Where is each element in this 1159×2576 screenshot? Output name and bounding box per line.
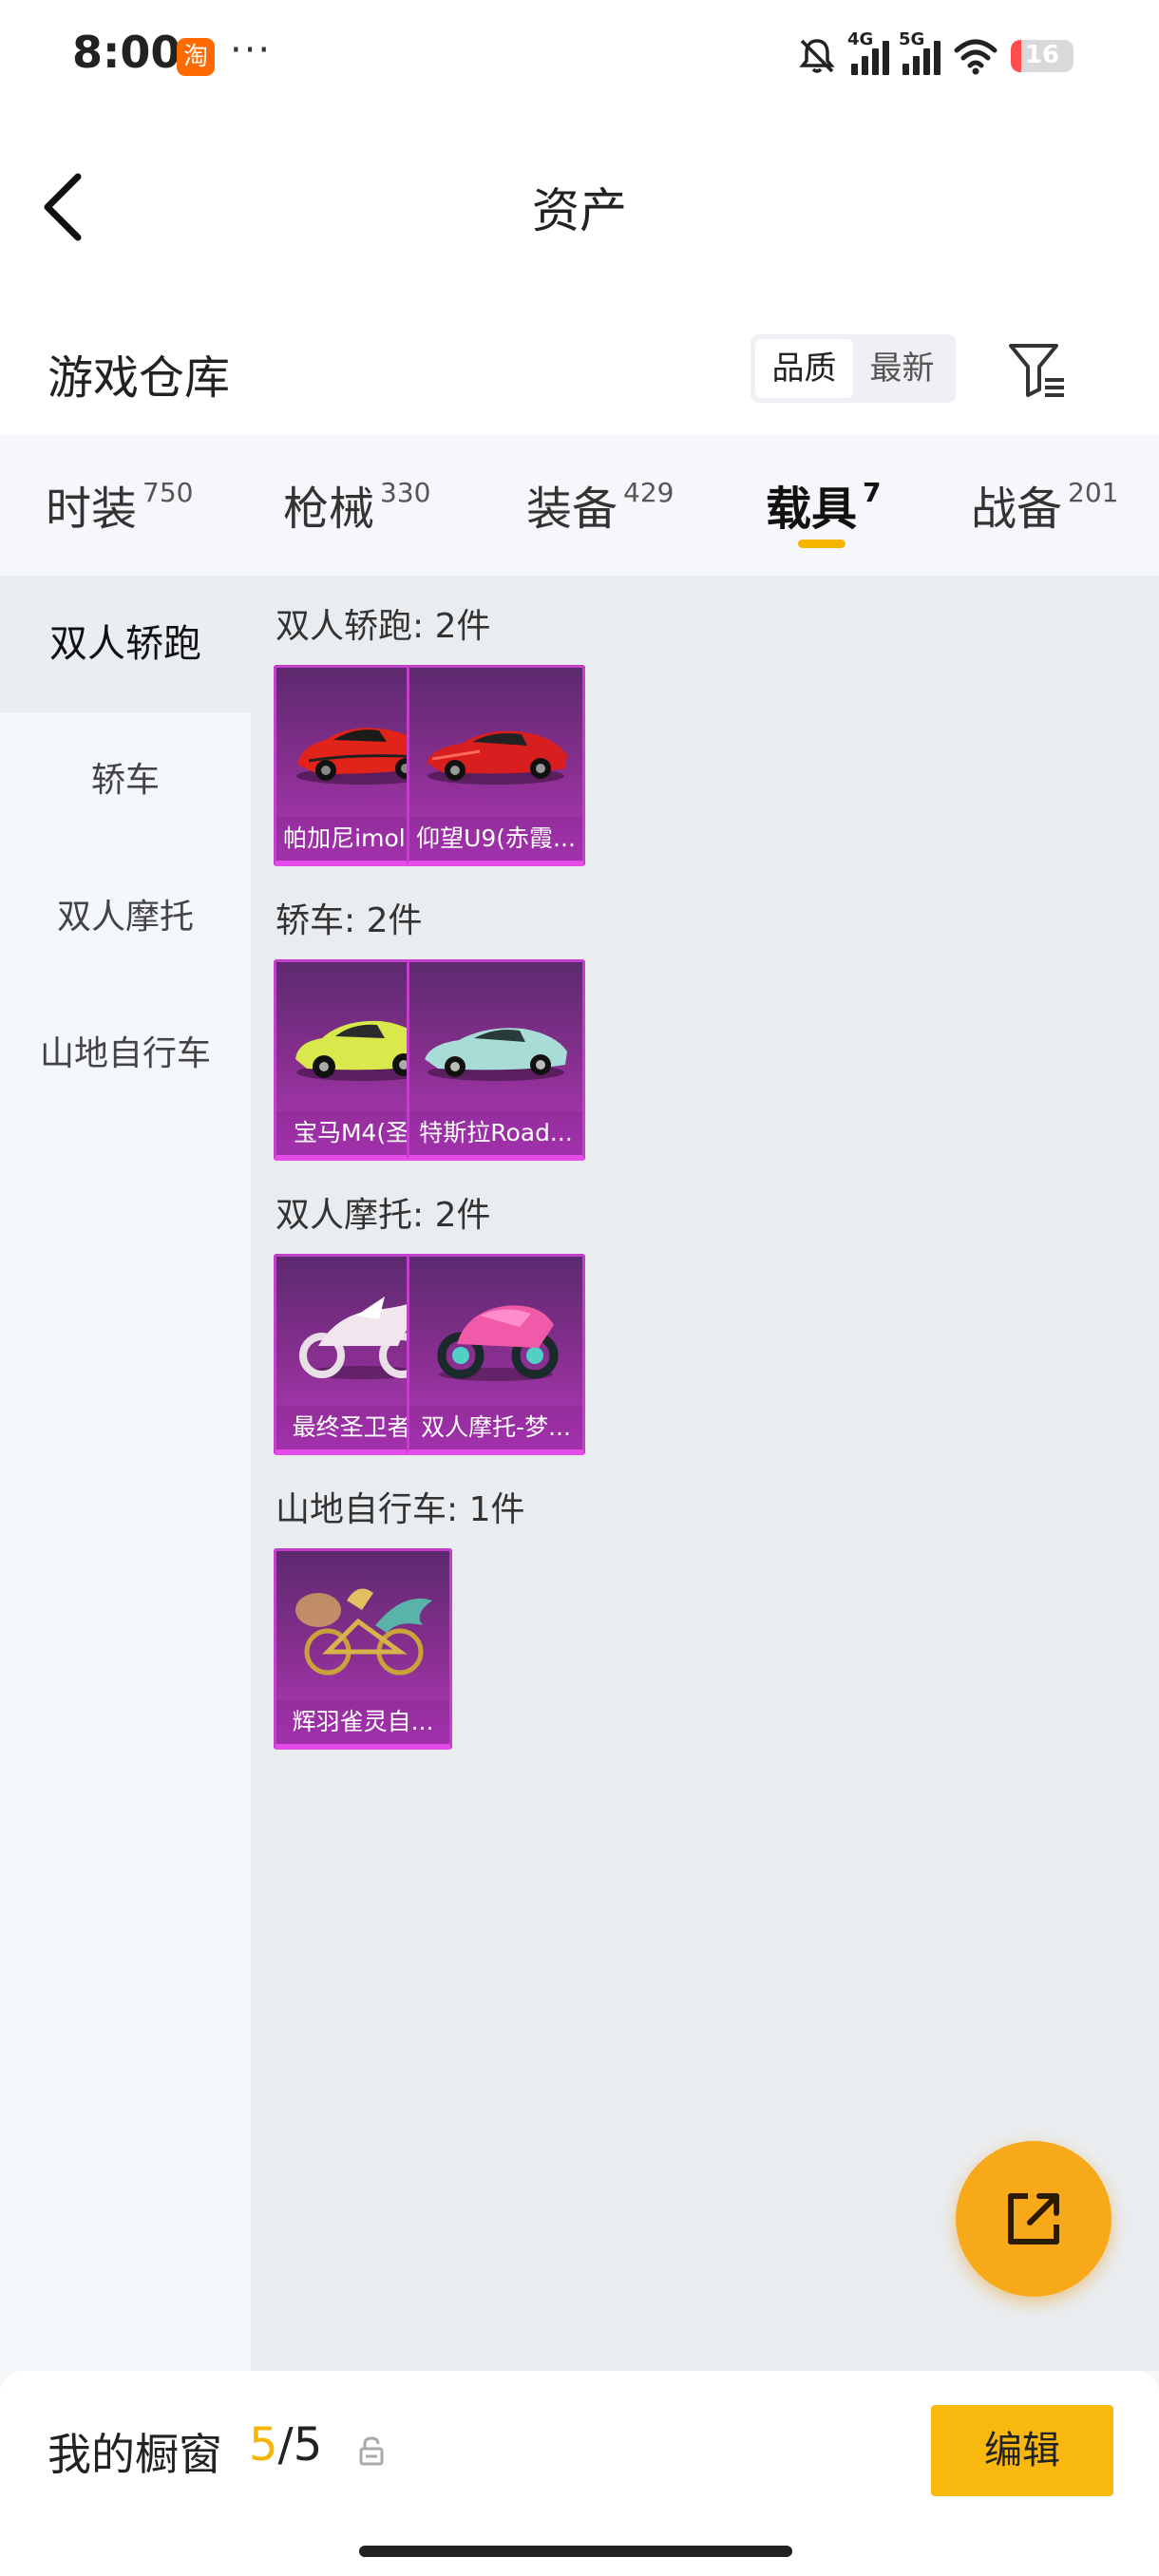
signal-5g-icon: 5G (899, 29, 940, 75)
edit-button[interactable]: 编辑 (931, 2405, 1113, 2496)
vehicle-name: 特斯拉Road... (409, 1111, 582, 1155)
sort-by-newest-button[interactable]: 最新 (853, 339, 951, 398)
status-icons: 4G 5G 16 (796, 29, 1074, 80)
vehicle-name: 双人摩托-梦... (409, 1406, 582, 1449)
category-tabs: 时装 750 枪械 330 装备 429 载具 7 战备 201 (0, 435, 1159, 576)
battery-icon: 16 (1011, 40, 1074, 72)
signal-4g-icon: 4G (847, 29, 889, 75)
more-notifications-icon: ··· (230, 28, 273, 72)
wifi-icon (954, 39, 998, 75)
subcategory-sidebar: 双人轿跑 轿车 双人摩托 山地自行车 (0, 576, 251, 2371)
tab-guns[interactable]: 枪械 330 (283, 471, 430, 538)
vehicle-card[interactable]: 辉羽雀灵自... (274, 1548, 452, 1750)
filter-icon[interactable] (1007, 340, 1068, 401)
group-title-sedan: 轿车: 2件 (276, 901, 423, 940)
sidebar-item-two-seat-motorcycle[interactable]: 双人摩托 (0, 849, 251, 986)
status-time: 8:00 (72, 27, 181, 78)
golden-bicycle-icon (295, 1588, 432, 1676)
group-title-motorcycle: 双人摩托: 2件 (276, 1196, 491, 1235)
showcase-count: 5/5 (249, 2418, 323, 2472)
vehicle-card[interactable]: 双人摩托-梦... (407, 1254, 585, 1455)
mute-bell-icon (799, 39, 835, 73)
app-header: 资产 (0, 112, 1159, 302)
lock-icon (359, 2436, 384, 2466)
sidebar-item-sedan[interactable]: 轿车 (0, 712, 251, 849)
group-title-bicycle: 山地自行车: 1件 (276, 1490, 525, 1529)
status-bar: 8:00 淘 ··· 4G 5G 16 (0, 0, 1159, 112)
showcase-label: 我的橱窗 (48, 2429, 222, 2480)
vehicle-card[interactable]: 特斯拉Road... (407, 959, 585, 1161)
sort-toggle: 品质 最新 (750, 334, 956, 403)
teal-roadster-icon (425, 1028, 567, 1081)
tab-vehicles[interactable]: 载具 7 (766, 471, 882, 538)
vehicle-name: 仰望U9(赤霞... (409, 817, 582, 861)
tab-fashion[interactable]: 时装 750 (46, 471, 193, 538)
sort-by-quality-button[interactable]: 品质 (755, 339, 853, 398)
vehicle-card[interactable]: 仰望U9(赤霞... (407, 665, 585, 866)
warehouse-bar: 游戏仓库 品质 最新 (0, 302, 1159, 435)
page-title: 资产 (532, 183, 627, 238)
home-indicator[interactable] (359, 2546, 792, 2557)
vehicle-list: 双人轿跑: 2件 帕加尼imola... 仰望U9(赤霞... 轿车: 2件 宝… (251, 576, 1159, 2371)
tab-combat-gear[interactable]: 战备 201 (971, 471, 1118, 538)
vehicle-name: 辉羽雀灵自... (276, 1700, 449, 1744)
share-button[interactable] (956, 2141, 1112, 2297)
red-sportscar-icon (427, 730, 567, 785)
sidebar-item-two-seat-coupe[interactable]: 双人轿跑 (0, 576, 251, 712)
warehouse-title: 游戏仓库 (48, 351, 231, 405)
taobao-notification-icon: 淘 (177, 38, 215, 76)
group-title-coupe: 双人轿跑: 2件 (276, 607, 491, 646)
pink-motorcycle-icon (437, 1305, 559, 1381)
tab-equipment[interactable]: 装备 429 (526, 471, 674, 538)
sidebar-item-mountain-bike[interactable]: 山地自行车 (0, 986, 251, 1123)
share-external-icon (1008, 2193, 1059, 2245)
active-tab-indicator (798, 540, 846, 548)
showcase-bar: 我的橱窗 5/5 编辑 (0, 2371, 1159, 2576)
